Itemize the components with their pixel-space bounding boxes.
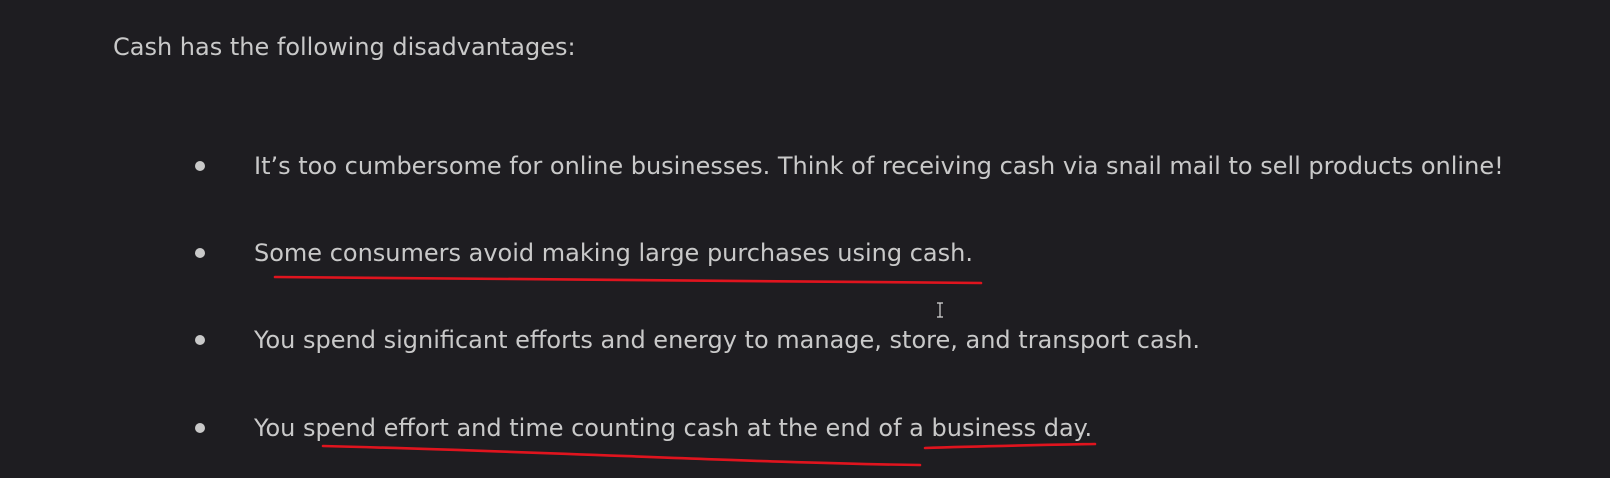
underline-annotation	[321, 444, 922, 467]
i-beam-text-cursor-icon	[937, 302, 943, 318]
bullet-icon	[195, 248, 205, 258]
list-item-text: You spend effort and time counting cash …	[254, 414, 1093, 442]
list-item-text: It’s too cumbersome for online businesse…	[254, 152, 1504, 180]
list-item-text: Some consumers avoid making large purcha…	[254, 239, 973, 267]
bullet-icon	[195, 423, 205, 433]
list-item: It’s too cumbersome for online businesse…	[0, 146, 1610, 186]
list-item-text: You spend significant efforts and energy…	[254, 326, 1201, 354]
bullet-icon	[195, 335, 205, 345]
bullet-icon	[195, 161, 205, 171]
list-item: You spend significant efforts and energy…	[0, 320, 1610, 360]
document-view[interactable]: Cash has the following disadvantages: It…	[0, 0, 1610, 478]
underline-annotation	[273, 275, 983, 285]
list-item: You spend effort and time counting cash …	[0, 408, 1610, 448]
intro-paragraph: Cash has the following disadvantages:	[113, 33, 576, 61]
list-item: Some consumers avoid making large purcha…	[0, 233, 1610, 273]
